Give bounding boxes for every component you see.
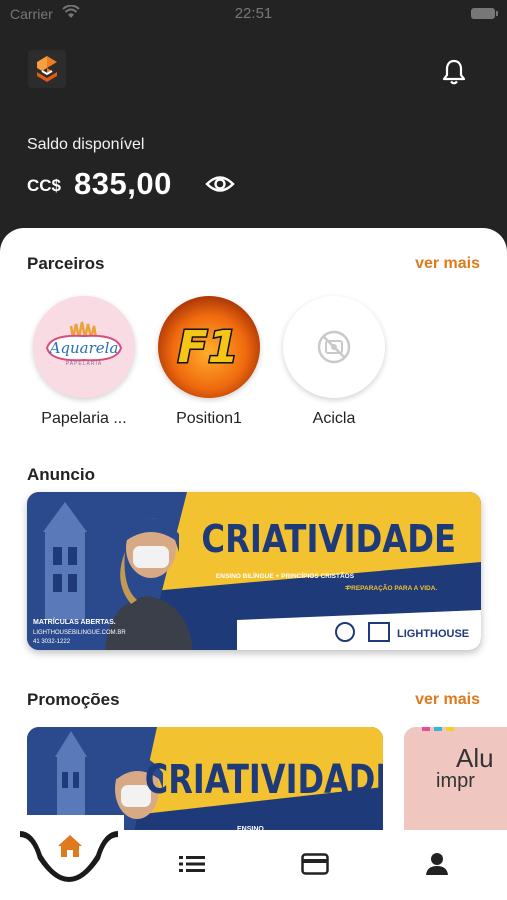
home-icon <box>58 835 82 857</box>
user-icon <box>426 853 448 875</box>
promotion-headline: CRIATIVIDADE <box>145 755 383 802</box>
tab-profile[interactable] <box>417 848 457 880</box>
credit-card-icon <box>301 853 329 875</box>
ad-subtext-left: ENSINO BILÍNGUE + PRINCÍPIOS CRISTÃOS <box>216 571 355 580</box>
partner-item-papelaria[interactable]: Aquarela PAPELARIA Papelaria ... <box>19 296 149 428</box>
header: Carrier 22:51 Saldo disponível CC$ 835,0… <box>0 0 507 260</box>
promotions-title: Promoções <box>27 690 120 709</box>
tab-list[interactable] <box>172 848 212 880</box>
ad-site: LIGHTHOUSEBILINGUE.COM.BR <box>33 630 126 636</box>
partners-title: Parceiros <box>27 254 105 273</box>
ad-subtext-right: PREPARAÇÃO PARA A VIDA. <box>347 583 438 592</box>
partner-name: Papelaria ... <box>41 410 127 427</box>
ad-brand: LIGHTHOUSE <box>397 628 469 640</box>
content-card: Parceiros ver mais Aquarela PAPELARIA Pa… <box>0 228 507 900</box>
ad-title: Anuncio <box>27 465 95 484</box>
ad-headline: CRIATIVIDADE <box>201 518 456 562</box>
partner-logo-text: Aquarela <box>48 339 119 357</box>
balance-label: Saldo disponível <box>27 136 145 153</box>
list-icon <box>179 856 205 872</box>
status-time: 22:51 <box>234 5 273 22</box>
partner-logo: F1 <box>158 296 260 398</box>
balance-amount: 835,00 <box>74 166 172 201</box>
partners-see-more-link[interactable]: ver mais <box>415 255 480 273</box>
promotion-text-1: Alu <box>456 743 494 773</box>
partner-logo: Aquarela PAPELARIA <box>33 296 135 398</box>
partner-item-acicla[interactable]: Acicla <box>269 296 399 428</box>
no-image-icon <box>317 330 351 364</box>
partner-logo-text: F1 <box>178 322 239 373</box>
tab-card[interactable] <box>295 848 335 880</box>
bell-icon[interactable] <box>440 58 468 86</box>
app-logo-icon <box>28 50 66 88</box>
partner-logo-subtext: PAPELARIA <box>66 361 102 367</box>
partner-name: Position1 <box>176 410 242 427</box>
eye-icon[interactable] <box>205 172 235 196</box>
currency-label: CC$ <box>27 176 62 195</box>
status-bar: Carrier 22:51 <box>0 0 507 28</box>
promotions-see-more-link[interactable]: ver mais <box>415 691 480 709</box>
ad-banner[interactable]: CRIATIVIDADE ENSINO BILÍNGUE + PRINCÍPIO… <box>27 492 481 650</box>
ad-enroll: MATRÍCULAS ABERTAS. <box>33 617 116 626</box>
partner-logo <box>283 296 385 398</box>
ad-phone: 41 3032-1222 <box>33 639 71 645</box>
partner-name: Acicla <box>312 410 356 427</box>
tab-home[interactable] <box>44 820 96 872</box>
battery-icon <box>471 8 498 19</box>
promotion-text-2: impr <box>436 770 475 792</box>
partner-item-position1[interactable]: F1 Position1 <box>144 296 274 428</box>
